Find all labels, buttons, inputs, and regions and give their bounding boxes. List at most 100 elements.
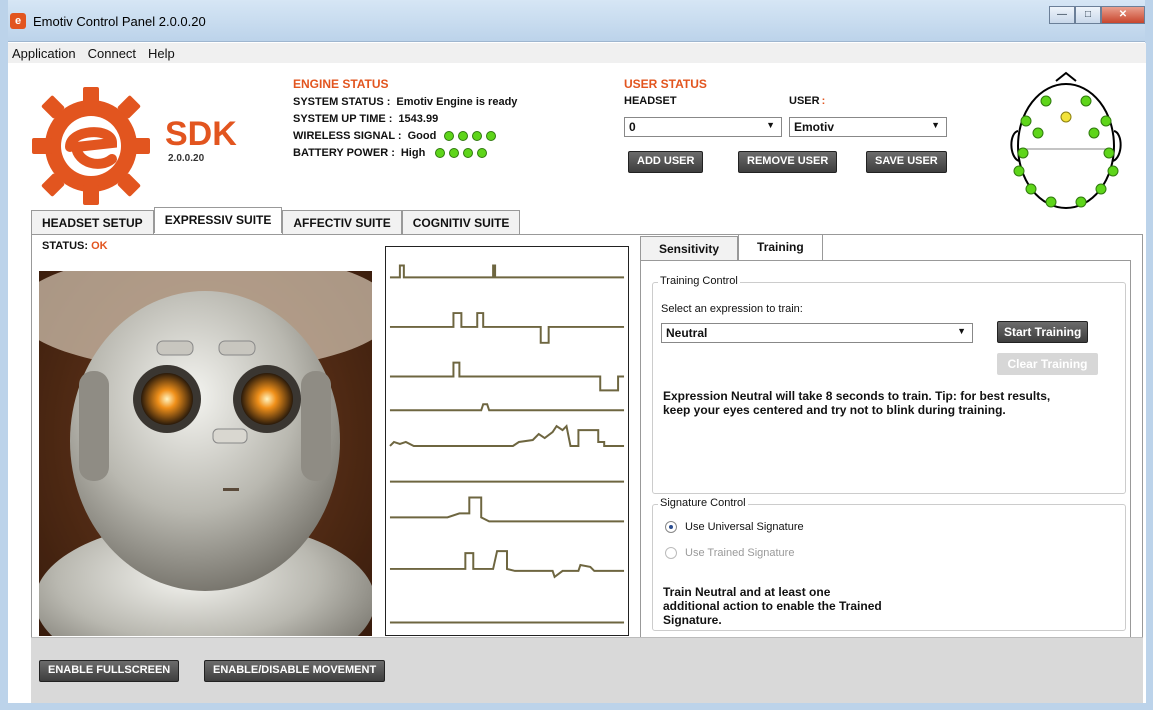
add-user-button[interactable]: ADD USER — [628, 151, 704, 173]
signal-dot-icon — [472, 131, 483, 141]
expression-avatar — [39, 271, 372, 636]
user-label: USER — [789, 95, 820, 107]
menu-connect[interactable]: Connect — [88, 46, 136, 61]
signature-control-title: Signature Control — [658, 497, 748, 509]
app-icon: e — [10, 13, 26, 29]
expressiv-subtabs: Sensitivity Training — [640, 234, 823, 260]
wireless-signal-value: Good — [407, 130, 437, 142]
enable-disable-movement-button[interactable]: ENABLE/DISABLE MOVEMENT — [204, 660, 386, 682]
universal-signature-label: Use Universal Signature — [685, 521, 804, 533]
sensor-dot-icon — [1013, 165, 1025, 177]
sensor-dot-icon — [1045, 196, 1057, 208]
engine-status-title: ENGINE STATUS — [293, 77, 389, 91]
sensor-dot-icon — [1107, 165, 1119, 177]
menu-help[interactable]: Help — [148, 46, 175, 61]
signal-dot-icon — [486, 131, 497, 141]
system-status-row: SYSTEM STATUS : Emotiv Engine is ready — [293, 96, 517, 108]
user-label-colon: : — [821, 95, 826, 107]
headset-select-value: 0 — [629, 120, 636, 134]
chevron-down-icon: ▼ — [957, 326, 966, 336]
training-tip: Expression Neutral will take 8 seconds t… — [663, 389, 1051, 417]
sensor-dot-icon — [1075, 196, 1087, 208]
sensor-dot-icon — [1095, 183, 1107, 195]
training-control-group: Training Control Select an expression to… — [652, 275, 1126, 494]
expression-select-value: Neutral — [666, 326, 708, 340]
bottom-toolbar: ENABLE FULLSCREEN ENABLE/DISABLE MOVEMEN… — [31, 637, 1143, 703]
training-control-title: Training Control — [658, 275, 740, 287]
system-status-value: Emotiv Engine is ready — [396, 96, 518, 108]
user-status-labels: HEADSET USER : — [624, 95, 964, 107]
sdk-version: 2.0.0.20 — [168, 153, 205, 164]
tab-headset-setup[interactable]: HEADSET SETUP — [31, 210, 154, 234]
save-user-button[interactable]: SAVE USER — [866, 151, 947, 173]
battery-dot-icon — [435, 148, 446, 158]
user-status-panel: USER STATUS HEADSET USER : — [624, 77, 964, 107]
enable-fullscreen-button[interactable]: ENABLE FULLSCREEN — [39, 660, 180, 682]
wireless-signal-label: WIRELESS SIGNAL : — [293, 130, 402, 142]
sensor-dot-icon — [1060, 111, 1072, 123]
tab-sensitivity[interactable]: Sensitivity — [640, 236, 739, 260]
tab-training[interactable]: Training — [738, 234, 823, 260]
start-training-button[interactable]: Start Training — [997, 321, 1089, 343]
expression-signal-traces — [385, 246, 629, 636]
battery-value: High — [400, 147, 426, 159]
suite-tabs: HEADSET SETUP EXPRESSIV SUITE AFFECTIV S… — [31, 207, 521, 234]
battery-dot-icon — [449, 148, 460, 158]
sensor-dot-icon — [1040, 95, 1052, 107]
radio-selected-icon — [665, 521, 677, 533]
sensor-dot-icon — [1080, 95, 1092, 107]
user-select[interactable]: Emotiv ▼ — [789, 117, 947, 137]
sensor-dot-icon — [1017, 147, 1029, 159]
window-title: Emotiv Control Panel 2.0.0.20 — [33, 14, 206, 29]
chevron-down-icon: ▼ — [931, 120, 940, 130]
chevron-down-icon: ▼ — [766, 120, 775, 130]
signature-note: Train Neutral and at least one additiona… — [663, 585, 882, 627]
window-controls: — □ ✕ — [1049, 6, 1145, 24]
sensor-dot-icon — [1025, 183, 1037, 195]
training-panel: Training Control Select an expression to… — [640, 260, 1131, 641]
remove-user-button[interactable]: REMOVE USER — [738, 151, 838, 173]
engine-status-panel: ENGINE STATUS SYSTEM STATUS : Emotiv Eng… — [293, 77, 517, 159]
sensor-dot-icon — [1103, 147, 1115, 159]
minimize-icon[interactable]: — — [1049, 6, 1075, 24]
battery-dot-icon — [463, 148, 474, 158]
trained-signature-label: Use Trained Signature — [685, 547, 795, 559]
uptime-label: SYSTEM UP TIME : — [293, 113, 393, 125]
sdk-label: SDK — [165, 115, 237, 153]
window-border-right — [1145, 0, 1153, 710]
tab-expressiv-suite[interactable]: EXPRESSIV SUITE — [153, 207, 283, 233]
maximize-icon[interactable]: □ — [1075, 6, 1101, 24]
system-status-label: SYSTEM STATUS : — [293, 96, 391, 108]
universal-signature-radio[interactable]: Use Universal Signature — [665, 521, 804, 533]
menu-application[interactable]: Application — [12, 46, 76, 61]
tab-affectiv-suite[interactable]: AFFECTIV SUITE — [282, 210, 402, 234]
signal-dot-icon — [458, 131, 469, 141]
emotiv-logo-icon — [32, 87, 150, 205]
signal-dot-icon — [444, 131, 455, 141]
expression-select[interactable]: Neutral ▼ — [661, 323, 973, 343]
window-border-left — [0, 0, 8, 710]
sensor-dot-icon — [1088, 127, 1100, 139]
sensor-dot-icon — [1100, 115, 1112, 127]
menu-bar: Application Connect Help — [8, 43, 1146, 63]
wireless-signal-row: WIRELESS SIGNAL : Good — [293, 130, 517, 142]
battery-label: BATTERY POWER : — [293, 147, 395, 159]
user-status-title: USER STATUS — [624, 77, 707, 91]
close-icon[interactable]: ✕ — [1101, 6, 1145, 24]
headset-contact-map — [1010, 71, 1122, 209]
battery-row: BATTERY POWER : High — [293, 147, 517, 159]
radio-unselected-icon — [665, 547, 677, 559]
title-bar: e Emotiv Control Panel 2.0.0.20 — □ ✕ — [0, 0, 1153, 42]
select-expression-label: Select an expression to train: — [661, 303, 803, 315]
user-select-value: Emotiv — [794, 120, 835, 134]
trained-signature-radio[interactable]: Use Trained Signature — [665, 547, 794, 559]
headset-select[interactable]: 0 ▼ — [624, 117, 782, 137]
clear-training-button[interactable]: Clear Training — [997, 353, 1098, 375]
uptime-row: SYSTEM UP TIME : 1543.99 — [293, 113, 517, 125]
tab-cognitiv-suite[interactable]: COGNITIV SUITE — [401, 210, 521, 234]
status-label: STATUS: — [42, 240, 89, 252]
status-value: OK — [91, 240, 108, 252]
signature-control-group: Signature Control Use Universal Signatur… — [652, 497, 1126, 631]
sensor-dot-icon — [1020, 115, 1032, 127]
headset-label: HEADSET — [624, 95, 677, 107]
